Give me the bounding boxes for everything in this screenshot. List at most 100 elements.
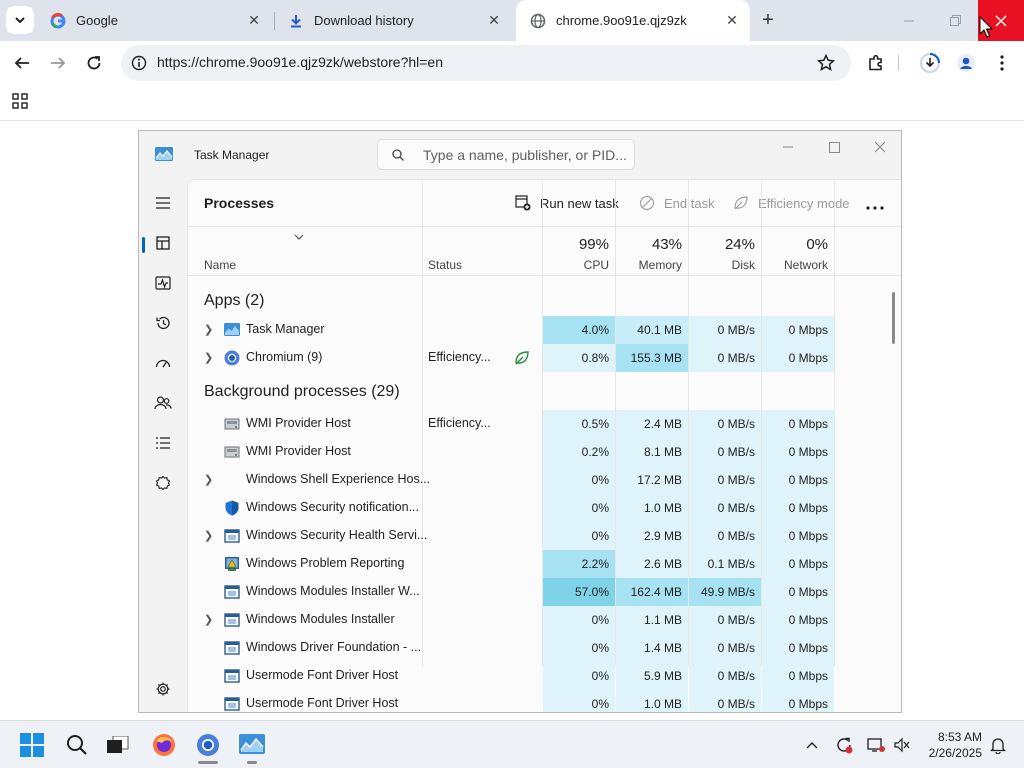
end-task-button[interactable]: End task [638, 194, 715, 212]
table-row[interactable]: ❯ Windows Modules Installer 0% 1.1 MB 0 … [188, 606, 901, 634]
update-tray-icon-button[interactable] [830, 729, 858, 761]
table-row[interactable]: ❯ Chromium (9) Efficiency... 0.8% 155.3 … [188, 344, 901, 372]
cpu-cell: 57.0% [543, 578, 615, 606]
efficiency-mode-label: Efficiency mode [758, 195, 850, 211]
url-text[interactable]: https://chrome.9oo91e.qjz9zk/webstore?hl… [157, 54, 443, 70]
search-icon [392, 149, 404, 161]
expand-chevron-icon[interactable]: ❯ [204, 351, 216, 365]
firefox-icon [153, 734, 175, 756]
sidebar-item-startup-apps[interactable] [149, 349, 177, 377]
sort-chevron-icon[interactable] [294, 234, 304, 240]
close-tab-icon[interactable]: ✕ [486, 12, 502, 28]
sidebar-item-details[interactable] [149, 429, 177, 457]
downloads-button[interactable] [916, 49, 944, 77]
search-input[interactable]: Type a name, publisher, or PID... [377, 139, 635, 170]
arrow-left-icon [14, 57, 29, 69]
minimize-icon [783, 146, 793, 148]
table-row[interactable]: Usermode Font Driver Host 0% 1.0 MB 0 MB… [188, 690, 901, 712]
sidebar-item-processes[interactable] [149, 229, 177, 257]
column-cpu[interactable]: CPU [543, 258, 609, 272]
sidebar-item-users[interactable] [149, 389, 177, 417]
column-status[interactable]: Status [428, 258, 462, 272]
notifications-button[interactable] [984, 729, 1012, 761]
cpu-cell: 0% [543, 494, 615, 522]
search-taskbar-button[interactable] [61, 729, 93, 761]
tab-google[interactable]: Google ✕ [36, 0, 272, 41]
table-row[interactable]: Windows Driver Foundation - ... 0% 1.4 M… [188, 634, 901, 662]
show-hidden-icons-button[interactable] [798, 729, 826, 761]
table-row[interactable]: ❯ Task Manager 4.0% 40.1 MB 0 MB/s 0 Mbp… [188, 316, 901, 344]
column-name[interactable]: Name [204, 258, 236, 272]
expand-chevron-icon[interactable]: ❯ [204, 613, 216, 627]
restore-window-button[interactable] [932, 0, 978, 41]
group-header-background[interactable]: Background processes (29) [188, 374, 901, 408]
apps-grid-icon[interactable] [12, 93, 28, 109]
window-title: Task Manager [194, 148, 270, 162]
volume-tray-button[interactable] [888, 729, 916, 761]
disk-total[interactable]: 24% [689, 236, 755, 253]
tm-minimize-button[interactable] [773, 137, 803, 157]
tab-webstore[interactable]: chrome.9oo91e.qjz9zk ✕ [516, 0, 750, 41]
cpu-total[interactable]: 99% [543, 236, 609, 253]
tm-close-button[interactable] [865, 137, 895, 157]
memory-total[interactable]: 43% [616, 236, 682, 253]
close-tab-icon[interactable]: ✕ [246, 12, 262, 28]
more-options-button[interactable] [866, 194, 890, 214]
table-row[interactable]: Windows Problem Reporting 2.2% 2.6 MB 0.… [188, 550, 901, 578]
column-disk[interactable]: Disk [689, 258, 755, 272]
network-cell: 0 Mbps [762, 466, 834, 494]
table-row[interactable]: WMI Provider Host 0.2% 8.1 MB 0 MB/s 0 M… [188, 438, 901, 466]
table-row[interactable]: Windows Modules Installer W... 57.0% 162… [188, 578, 901, 606]
table-row[interactable]: WMI Provider Host Efficiency... 0.5% 2.4… [188, 410, 901, 438]
task-manager-titlebar[interactable]: Task Manager Type a name, publisher, or … [139, 131, 901, 179]
expand-chevron-icon[interactable]: ❯ [204, 323, 216, 337]
table-row[interactable]: Usermode Font Driver Host 0% 5.9 MB 0 MB… [188, 662, 901, 690]
table-row[interactable]: ❯ Windows Security Health Servi... 0% 2.… [188, 522, 901, 550]
network-cell: 0 Mbps [762, 344, 834, 372]
run-task-icon [514, 194, 532, 212]
column-header-row: Name Status 99% CPU 43% Memory 24% Disk … [188, 228, 901, 276]
network-total[interactable]: 0% [762, 236, 828, 253]
expand-chevron-icon[interactable]: ❯ [204, 473, 216, 487]
group-header-apps[interactable]: Apps (2) [188, 284, 901, 316]
expand-chevron-icon[interactable]: ❯ [204, 529, 216, 543]
network-tray-button[interactable] [862, 729, 890, 761]
process-name: Windows Security notification... [246, 500, 419, 514]
close-tab-icon[interactable]: ✕ [724, 12, 740, 28]
forward-button[interactable] [44, 49, 72, 77]
task-manager-taskbar-button[interactable] [236, 729, 268, 761]
vertical-scrollbar[interactable] [892, 292, 895, 344]
sidebar-item-performance[interactable] [149, 269, 177, 297]
efficiency-mode-button[interactable]: Efficiency mode [732, 194, 850, 212]
chromium-taskbar-button[interactable] [192, 729, 224, 761]
sidebar-item-app-history[interactable] [149, 309, 177, 337]
system-clock[interactable]: 8:53 AM 2/26/2025 [914, 729, 982, 761]
start-button[interactable] [16, 729, 48, 761]
tab-search-button[interactable] [6, 6, 34, 34]
reload-button[interactable] [80, 49, 108, 77]
tab-download-history[interactable]: Download history ✕ [274, 0, 512, 41]
bookmark-star-icon[interactable] [817, 54, 835, 72]
extensions-button[interactable] [862, 49, 890, 77]
disk-cell: 0 MB/s [689, 316, 761, 344]
cpu-cell: 2.2% [543, 550, 615, 578]
site-info-icon[interactable] [131, 55, 147, 71]
back-button[interactable] [8, 49, 36, 77]
firefox-taskbar-button[interactable] [148, 729, 180, 761]
table-row[interactable]: ❯ Windows Shell Experience Hos... 0% 17.… [188, 466, 901, 494]
new-tab-button[interactable]: + [756, 8, 780, 32]
table-row[interactable]: Windows Security notification... 0% 1.0 … [188, 494, 901, 522]
task-view-button[interactable] [102, 729, 134, 761]
tm-maximize-button[interactable] [819, 137, 849, 157]
menu-button[interactable] [988, 49, 1016, 77]
column-network[interactable]: Network [762, 258, 828, 272]
profile-button[interactable] [952, 49, 980, 77]
hamburger-menu-button[interactable] [149, 189, 177, 217]
address-bar[interactable]: https://chrome.9oo91e.qjz9zk/webstore?hl… [121, 45, 851, 81]
sidebar-item-services[interactable] [149, 469, 177, 497]
minimize-window-button[interactable] [886, 0, 932, 41]
run-new-task-button[interactable]: Run new task [514, 194, 619, 212]
tab-title: chrome.9oo91e.qjz9zk [556, 13, 687, 28]
sidebar-item-settings[interactable] [149, 675, 177, 703]
column-memory[interactable]: Memory [616, 258, 682, 272]
